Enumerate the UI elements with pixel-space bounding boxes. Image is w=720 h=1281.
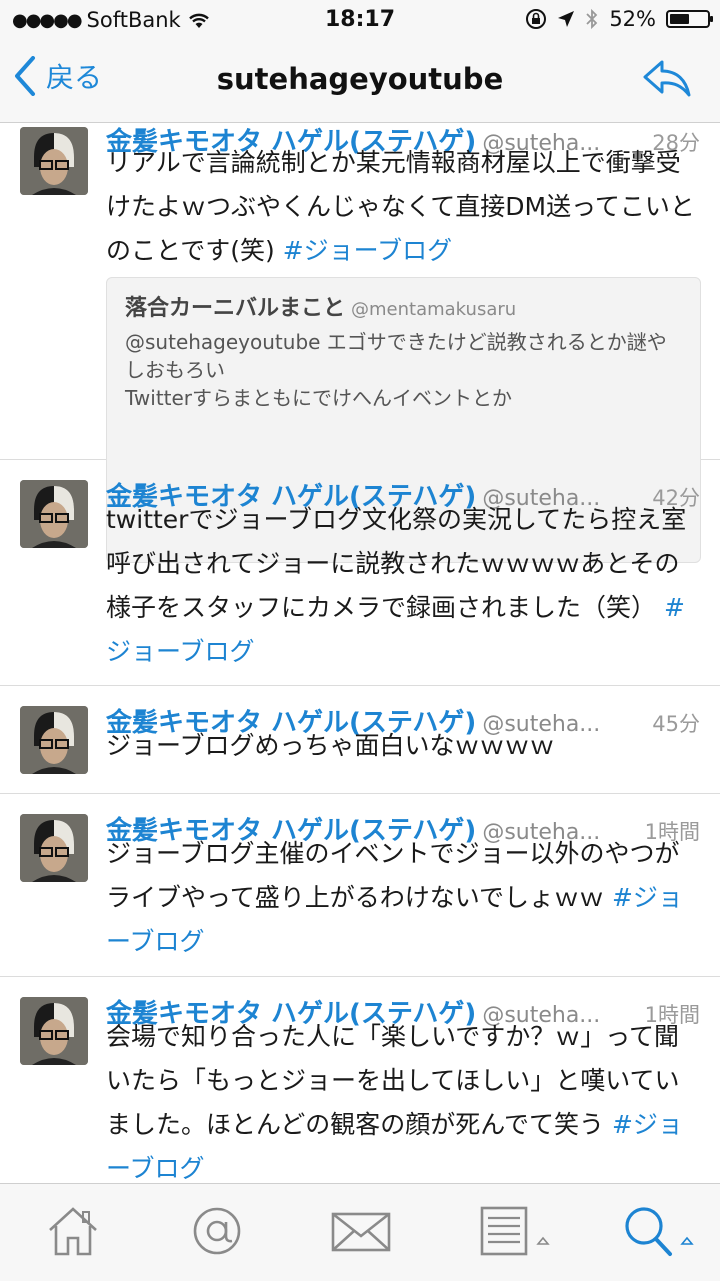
- quoted-author-handle: @mentamakusaru: [351, 299, 517, 320]
- hashtag-link[interactable]: #ジョーブログ: [283, 236, 452, 265]
- battery-percent: 52%: [609, 7, 656, 31]
- battery-icon: [666, 10, 713, 28]
- tweet-text: twitterでジョーブログ文化祭の実況してたら控え室呼び出されてジョーに説教さ…: [106, 505, 687, 666]
- tweet-timeline[interactable]: 金髪キモオタ ハゲル(ステハゲ) @suteha... 28分 リアルで言論統制…: [0, 123, 720, 1183]
- reply-icon: [643, 60, 691, 97]
- mentions-icon: [193, 1207, 241, 1255]
- tab-home[interactable]: [46, 1204, 100, 1262]
- tweet-item[interactable]: 金髪キモオタ ハゲル(ステハゲ) @suteha... 1時間 ジョーブログ主催…: [0, 794, 720, 977]
- tweet-text: リアルで言論統制とか某元情報商材屋以上で衝撃受けたよｗつぶやくんじゃなくて直接D…: [106, 148, 695, 265]
- rotation-lock-icon: [526, 9, 547, 29]
- reply-button[interactable]: [642, 58, 692, 102]
- tweet-text: 会場で知り合った人に「楽しいですか？ｗ」って聞いたら「もっとジョーを出してほしい…: [106, 1022, 683, 1183]
- tab-mentions[interactable]: [190, 1204, 244, 1262]
- tweet-item[interactable]: 金髪キモオタ ハゲル(ステハゲ) @suteha... 1時間 会場で知り合った…: [0, 977, 720, 1183]
- location-icon: [558, 11, 575, 27]
- status-bar: ●●●●● SoftBank 18:17 52%: [0, 0, 720, 40]
- navigation-bar: 戻る sutehageyoutube: [0, 40, 720, 123]
- tweet-text: ジョーブログめっちゃ面白いなｗｗｗｗ: [106, 731, 555, 760]
- tweet-item[interactable]: 金髪キモオタ ハゲル(ステハゲ) @suteha... 45分 ジョーブログめっ…: [0, 686, 720, 794]
- tab-messages[interactable]: [330, 1204, 392, 1262]
- messages-icon: [331, 1212, 391, 1252]
- avatar[interactable]: [20, 127, 88, 195]
- page-title: sutehageyoutube: [216, 62, 504, 96]
- home-icon: [49, 1207, 97, 1256]
- lists-icon: [480, 1206, 550, 1256]
- avatar[interactable]: [20, 814, 88, 882]
- tweet-text: ジョーブログ主催のイベントでジョー以外のやつがライブやって盛り上がるわけないでし…: [106, 839, 683, 956]
- search-icon: [625, 1207, 694, 1256]
- tab-lists[interactable]: [478, 1204, 552, 1262]
- bluetooth-icon: [586, 8, 598, 30]
- quoted-author-name: 落合カーニバルまこと: [125, 296, 346, 321]
- tab-bar: [0, 1183, 720, 1281]
- tab-search[interactable]: [622, 1204, 702, 1262]
- quoted-text: @sutehageyoutube エゴサできたけど説教されるとか謎やしおもろい …: [125, 330, 667, 410]
- avatar[interactable]: [20, 706, 88, 774]
- avatar[interactable]: [20, 997, 88, 1065]
- avatar[interactable]: [20, 480, 88, 548]
- battery-fill: [670, 14, 689, 24]
- tweet-item[interactable]: 金髪キモオタ ハゲル(ステハゲ) @suteha... 28分 リアルで言論統制…: [0, 123, 720, 563]
- tweet-item[interactable]: 金髪キモオタ ハゲル(ステハゲ) @suteha... 42分 twitterで…: [0, 460, 720, 686]
